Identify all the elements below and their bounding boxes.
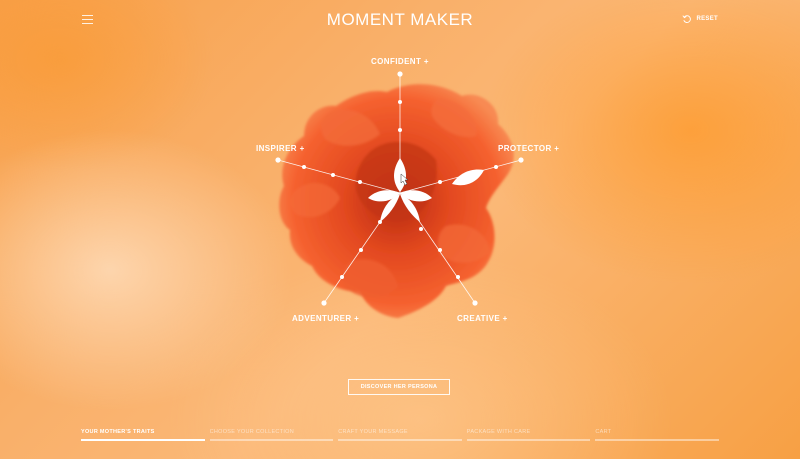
- step-choose-your-collection[interactable]: CHOOSE YOUR COLLECTION: [209, 429, 334, 441]
- progress-steps: YOUR MOTHER'S TRAITS CHOOSE YOUR COLLECT…: [81, 429, 719, 441]
- step-bar: [81, 439, 205, 441]
- trait-protector[interactable]: PROTECTOR +: [498, 144, 559, 153]
- step-label: CART: [595, 429, 612, 435]
- step-label: PACKAGE WITH CARE: [466, 429, 531, 435]
- step-bar: [209, 439, 334, 441]
- step-cart[interactable]: CART: [595, 429, 719, 441]
- trait-creative[interactable]: CREATIVE +: [457, 314, 508, 323]
- step-label: YOUR MOTHER'S TRAITS: [81, 429, 155, 435]
- reset-button[interactable]: RESET: [682, 14, 718, 24]
- step-label: CHOOSE YOUR COLLECTION: [209, 429, 295, 435]
- trait-adventurer[interactable]: ADVENTURER +: [292, 314, 359, 323]
- step-label: CRAFT YOUR MESSAGE: [338, 429, 408, 435]
- step-your-mothers-traits[interactable]: YOUR MOTHER'S TRAITS: [81, 429, 205, 441]
- step-bar: [338, 439, 462, 441]
- discover-persona-button[interactable]: DISCOVER HER PERSONA: [348, 379, 450, 395]
- step-package-with-care[interactable]: PACKAGE WITH CARE: [466, 429, 591, 441]
- page-title: MOMENT MAKER: [326, 10, 474, 29]
- step-bar: [595, 439, 719, 441]
- rotate-ccw-icon: [682, 15, 692, 23]
- trait-inspirer[interactable]: INSPIRER +: [256, 144, 305, 153]
- trait-confident[interactable]: CONFIDENT +: [371, 57, 429, 66]
- step-craft-your-message[interactable]: CRAFT YOUR MESSAGE: [338, 429, 462, 441]
- step-bar: [466, 439, 591, 441]
- reset-label: RESET: [696, 16, 718, 22]
